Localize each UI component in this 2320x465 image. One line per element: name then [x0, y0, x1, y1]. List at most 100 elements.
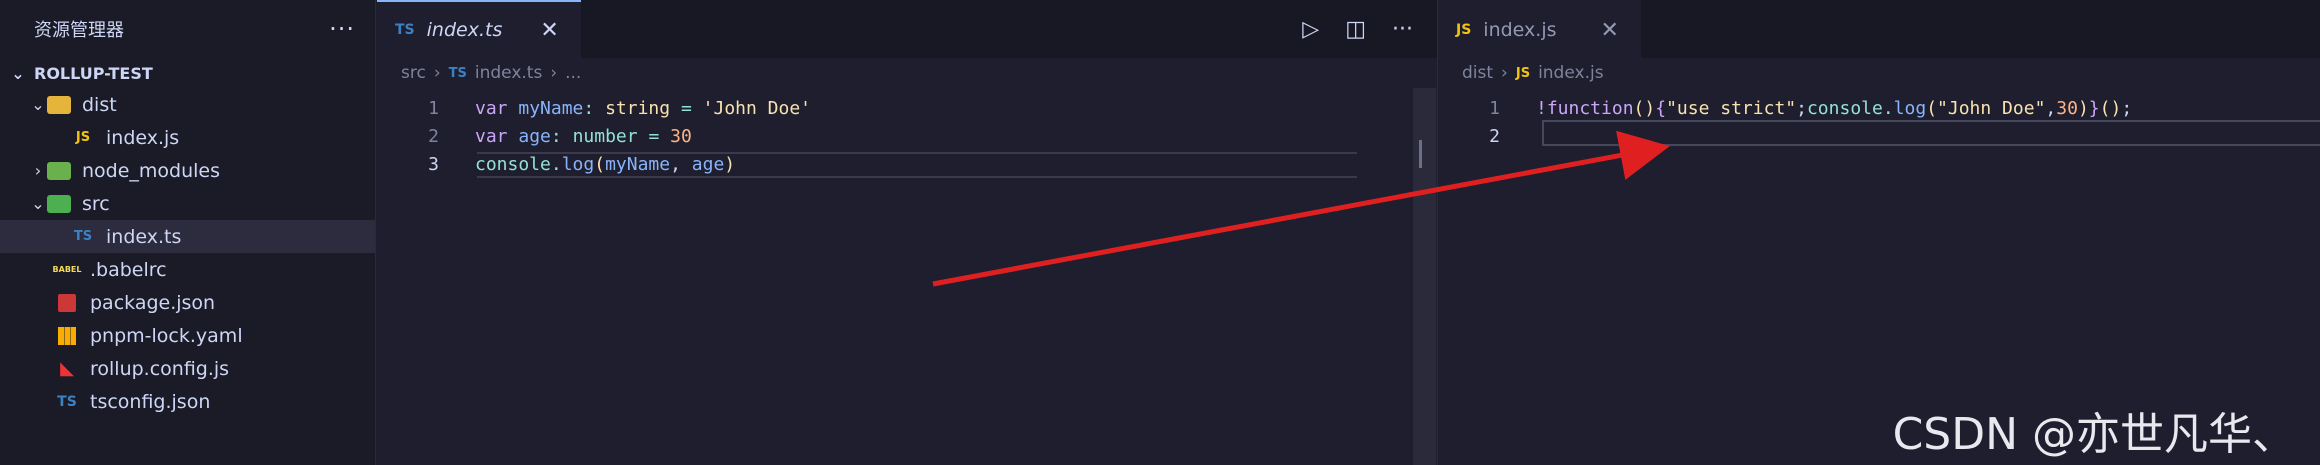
code-token: 30 [2056, 97, 2078, 119]
breadcrumb-tail[interactable]: ... [565, 63, 581, 83]
root-folder-label: ROLLUP-TEST [34, 63, 153, 83]
tsconfig-icon: TS [57, 393, 77, 410]
run-icon[interactable]: ▷ [1302, 17, 1319, 42]
explorer-panel: 资源管理器 ··· ⌄ ROLLUP-TEST ⌄ dist JS index.… [0, 0, 376, 465]
chevron-right-icon: › [34, 161, 42, 180]
chevron-right-icon: › [1501, 63, 1508, 83]
code-token: string [605, 97, 671, 119]
code-line[interactable]: 2 var age: number = 30 [377, 122, 1437, 150]
ts-file-icon: TS [73, 229, 93, 244]
tree-folder-dist[interactable]: ⌄ dist [0, 88, 375, 121]
ts-file-icon: TS [395, 22, 415, 38]
code-token: : [550, 125, 573, 147]
code-token: : [583, 97, 606, 119]
close-icon[interactable]: ✕ [540, 18, 558, 43]
breadcrumb: dist › JS index.js [1438, 58, 2320, 88]
code-token: } [2088, 97, 2100, 119]
chevron-down-icon: ⌄ [31, 194, 45, 213]
watermark: CSDN @亦世凡华、 [1892, 409, 2296, 460]
tree-file-tsconfig[interactable]: TS tsconfig.json [0, 385, 375, 418]
tree-file-dist-index-js[interactable]: JS index.js [0, 121, 375, 154]
explorer-title: 资源管理器 [34, 20, 124, 41]
editor-group-right: JS index.js ✕ dist › JS index.js 1 !funct… [1437, 0, 2320, 465]
code-token: number [572, 125, 638, 147]
tab-bar-right: JS index.js ✕ [1438, 0, 2320, 58]
folder-node-modules-icon [46, 160, 72, 182]
line-number: 3 [428, 153, 439, 175]
explorer-header: 资源管理器 ··· [0, 0, 375, 58]
code-token: ; [1796, 97, 1807, 119]
code-token: 30 [670, 125, 692, 147]
code-token: () [2099, 97, 2122, 119]
chevron-down-icon: ⌄ [31, 95, 45, 114]
code-line[interactable]: 1 var myName: string = 'John Doe' [377, 94, 1437, 122]
tab-index-ts[interactable]: TS index.ts ✕ [377, 0, 581, 58]
code-token: . [1882, 97, 1894, 119]
tree-file-package-json[interactable]: package.json [0, 286, 375, 319]
split-editor-icon[interactable]: ◫ [1345, 17, 1366, 42]
code-token: age [518, 125, 551, 147]
tree-item-label: rollup.config.js [90, 357, 230, 380]
code-token: () [1633, 97, 1656, 119]
code-editor-left[interactable]: 1 var myName: string = 'John Doe' 2 var age… [377, 94, 1437, 178]
code-token: var [475, 97, 508, 119]
code-token: ; [2121, 97, 2133, 119]
tree-file-src-index-ts[interactable]: TS index.ts [0, 220, 375, 253]
breadcrumb: src › TS index.ts › ... [377, 58, 1437, 88]
code-token: = [648, 125, 660, 147]
breadcrumb-file[interactable]: index.ts [475, 63, 542, 83]
tree-item-label: package.json [90, 291, 216, 314]
chevron-right-icon: › [433, 63, 441, 83]
tree-folder-src[interactable]: ⌄ src [0, 187, 375, 220]
code-token: , [2045, 97, 2057, 119]
code-token: !function [1536, 97, 1634, 119]
breadcrumb-folder[interactable]: src [401, 63, 426, 83]
tree-folder-node-modules[interactable]: › node_modules [0, 154, 375, 187]
tree-file-rollup-config[interactable]: ◣ rollup.config.js [0, 352, 375, 385]
more-actions-icon[interactable]: ··· [1392, 17, 1413, 42]
code-token: { [1655, 97, 1667, 119]
tab-label: index.js [1483, 19, 1557, 41]
folder-src-icon [46, 193, 72, 215]
code-token: ( [1926, 97, 1938, 119]
rollup-icon: ◣ [60, 358, 74, 379]
tree-item-label: src [82, 192, 110, 215]
tree-file-pnpm-lock[interactable]: pnpm-lock.yaml [0, 319, 375, 352]
babel-icon: BABEL [52, 265, 82, 274]
line-number: 1 [428, 97, 439, 119]
pnpm-icon [54, 325, 80, 347]
folder-dist-icon [46, 94, 72, 116]
more-actions-icon[interactable]: ··· [329, 15, 355, 43]
code-line[interactable]: 1 !function(){"use strict"; console. log("J… [1438, 94, 2320, 122]
explorer-root-folder[interactable]: ⌄ ROLLUP-TEST [0, 58, 375, 88]
js-file-icon: JS [1515, 65, 1531, 81]
code-token: log [1893, 97, 1927, 119]
tree-file-babelrc[interactable]: BABEL .babelrc [0, 253, 375, 286]
tree-item-label: dist [82, 93, 117, 116]
tab-bar-left: TS index.ts ✕ ▷ ◫ ··· [377, 0, 1437, 58]
tree-item-label: tsconfig.json [90, 390, 211, 413]
code-token: console [1806, 97, 1883, 119]
npm-icon [54, 292, 80, 314]
code-token: ) [2077, 97, 2089, 119]
breadcrumb-file[interactable]: index.js [1538, 63, 1604, 83]
breadcrumb-folder[interactable]: dist [1462, 63, 1493, 83]
line-number: 2 [1489, 125, 1500, 147]
code-token: = [680, 97, 692, 119]
current-line-highlight [1542, 120, 2320, 146]
tree-item-label: node_modules [82, 159, 221, 182]
tab-index-js[interactable]: JS index.js ✕ [1438, 0, 1641, 58]
code-token: "use strict" [1666, 97, 1797, 119]
code-token: "John Doe" [1937, 97, 2046, 119]
js-file-icon: JS [75, 130, 91, 145]
tree-item-label: .babelrc [90, 258, 167, 281]
tree-item-label: pnpm-lock.yaml [90, 324, 243, 347]
ts-file-icon: TS [448, 65, 467, 81]
editor-sash[interactable] [1422, 88, 1436, 465]
close-icon[interactable]: ✕ [1601, 18, 1619, 43]
